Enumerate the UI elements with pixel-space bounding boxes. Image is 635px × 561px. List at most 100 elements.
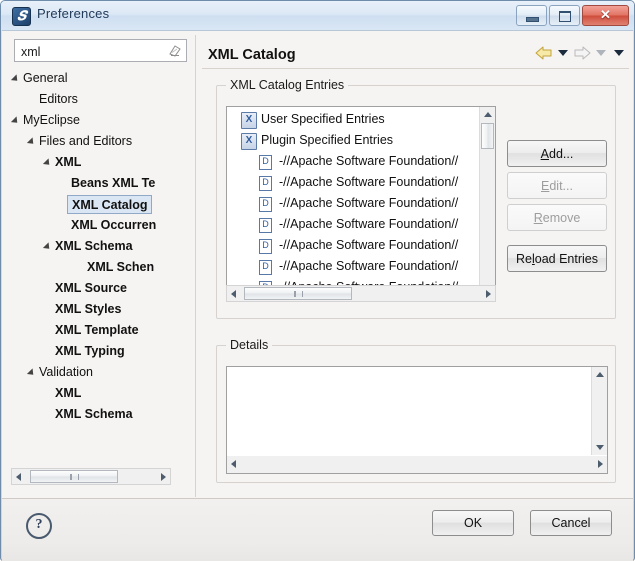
sidebar-item-xml-occurren[interactable]: XML Occurren	[11, 215, 194, 236]
maximize-button[interactable]	[549, 5, 580, 26]
sidebar-item-label: XML Schema	[55, 407, 133, 421]
scroll-right-icon[interactable]	[486, 290, 491, 298]
catalog-entries-list[interactable]: User Specified Entries Plugin Specified E…	[226, 106, 496, 302]
expand-collapse-arrow-icon[interactable]	[42, 242, 53, 252]
group-label-entries: XML Catalog Entries	[226, 78, 349, 92]
remove-button: Remove	[507, 204, 607, 231]
forward-arrow-icon	[574, 46, 591, 60]
xml-catalog-icon	[241, 133, 257, 150]
list-item[interactable]: -//Apache Software Foundation//	[227, 193, 481, 214]
scroll-left-icon[interactable]	[231, 460, 236, 468]
remove-button-label: emove	[542, 211, 581, 225]
list-item-label: User Specified Entries	[261, 112, 385, 126]
sidebar-item-label: XML Typing	[55, 344, 125, 358]
sidebar-item-label: Beans XML Te	[71, 176, 156, 190]
sidebar-item-editors[interactable]: Editors	[11, 89, 194, 110]
list-item[interactable]: -//Apache Software Foundation//	[227, 235, 481, 256]
sidebar-item-label: XML Catalog	[67, 195, 153, 214]
document-icon	[259, 176, 272, 191]
filter-field[interactable]	[14, 39, 187, 62]
sidebar-item-label: XML Occurren	[71, 218, 157, 232]
pane-divider[interactable]	[195, 35, 196, 497]
list-item[interactable]: -//Apache Software Foundation//	[227, 151, 481, 172]
minimize-button[interactable]	[516, 5, 547, 26]
help-icon[interactable]: ?	[26, 513, 52, 539]
sidebar-item-myeclipse[interactable]: MyEclipse	[11, 110, 194, 131]
sidebar-item-xml-schema[interactable]: XML Schema	[11, 236, 194, 257]
details-vertical-scrollbar[interactable]	[591, 367, 607, 455]
reload-button-label-b: oad Entries	[534, 252, 598, 266]
sidebar-item-xml-template[interactable]: XML Template	[11, 320, 194, 341]
sidebar-item-xml-typing[interactable]: XML Typing	[11, 341, 194, 362]
close-button[interactable]: ✕	[582, 5, 629, 26]
scroll-up-icon[interactable]	[596, 372, 604, 377]
expand-collapse-arrow-icon[interactable]	[26, 368, 37, 378]
scroll-left-icon[interactable]	[16, 473, 21, 481]
details-horizontal-scrollbar[interactable]	[227, 456, 607, 473]
expand-collapse-arrow-icon[interactable]	[42, 158, 53, 168]
scroll-thumb[interactable]	[30, 470, 118, 483]
scroll-left-icon[interactable]	[231, 290, 236, 298]
view-menu-chevron-down-icon[interactable]	[614, 50, 624, 56]
eclipse-icon: 𝑺	[12, 7, 31, 26]
preferences-tree-pane: General Editors MyEclipse Files and Editors…	[10, 35, 195, 497]
list-item[interactable]: -//Apache Software Foundation//	[227, 172, 481, 193]
group-label-details: Details	[226, 338, 273, 352]
ok-button[interactable]: OK	[432, 510, 514, 536]
sidebar-item-label: XML Schema	[55, 239, 133, 253]
list-item[interactable]: -//Apache Software Foundation//	[227, 214, 481, 235]
list-vertical-scrollbar[interactable]	[479, 107, 495, 301]
sidebar-item-validation[interactable]: Validation	[11, 362, 194, 383]
list-item-label: -//Apache Software Foundation//	[279, 217, 459, 231]
title-bar: 𝑺 Preferences ✕	[1, 1, 634, 30]
xml-catalog-icon	[241, 112, 257, 129]
expand-collapse-arrow-icon[interactable]	[11, 116, 21, 126]
details-textarea[interactable]	[226, 366, 608, 474]
sidebar-item-xml-source[interactable]: XML Source	[11, 278, 194, 299]
sidebar-item-xml-styles[interactable]: XML Styles	[11, 299, 194, 320]
sidebar-item-general[interactable]: General	[11, 68, 194, 89]
dialog-footer: ? OK Cancel	[2, 498, 633, 561]
cancel-button[interactable]: Cancel	[530, 510, 612, 536]
back-history-chevron-down-icon[interactable]	[558, 50, 568, 56]
reload-entries-button[interactable]: Reload Entries	[507, 245, 607, 272]
document-icon	[259, 197, 272, 212]
list-item-label: -//Apache Software Foundation//	[279, 238, 459, 252]
sidebar-item-xml-catalog[interactable]: XML Catalog	[11, 194, 194, 215]
scroll-thumb[interactable]	[481, 123, 494, 149]
sidebar-item-label: Validation	[39, 365, 93, 379]
sidebar-item-label: XML Source	[55, 281, 128, 295]
dialog-content: General Editors MyEclipse Files and Editors…	[2, 30, 633, 499]
list-item-label: -//Apache Software Foundation//	[279, 196, 459, 210]
preferences-tree[interactable]: General Editors MyEclipse Files and Editors…	[11, 68, 194, 465]
sidebar-item-xml-schema[interactable]: XML Schema	[11, 404, 194, 425]
eraser-icon[interactable]	[167, 44, 181, 57]
list-item-label: -//Apache Software Foundation//	[279, 175, 459, 189]
sidebar-item-xml-schen[interactable]: XML Schen	[11, 257, 194, 278]
document-icon	[259, 239, 272, 254]
sidebar-item-label: Files and Editors	[39, 134, 133, 148]
sidebar-item-xml[interactable]: XML	[11, 152, 194, 173]
sidebar-item-files-and-editors[interactable]: Files and Editors	[11, 131, 194, 152]
scroll-up-icon[interactable]	[484, 112, 492, 117]
sidebar-item-xml[interactable]: XML	[11, 383, 194, 404]
search-input[interactable]	[19, 42, 158, 61]
window-controls: ✕	[516, 5, 629, 26]
scroll-thumb[interactable]	[244, 287, 352, 300]
list-horizontal-scrollbar[interactable]	[226, 285, 496, 302]
list-item[interactable]: Plugin Specified Entries	[227, 130, 481, 151]
scroll-down-icon[interactable]	[596, 445, 604, 450]
tree-horizontal-scrollbar[interactable]	[11, 468, 171, 485]
scroll-right-icon[interactable]	[598, 460, 603, 468]
sidebar-item-beans-xml-te[interactable]: Beans XML Te	[11, 173, 194, 194]
expand-collapse-arrow-icon[interactable]	[11, 74, 21, 84]
scroll-right-icon[interactable]	[161, 473, 166, 481]
add-button[interactable]: Add...	[507, 140, 607, 167]
list-item[interactable]: User Specified Entries	[227, 109, 481, 130]
list-item[interactable]: -//Apache Software Foundation//	[227, 256, 481, 277]
back-arrow-icon[interactable]	[535, 45, 553, 61]
preferences-dialog: 𝑺 Preferences ✕ xml General Editors MyEc…	[0, 0, 635, 561]
remove-button-mnemonic: R	[533, 211, 543, 225]
expand-collapse-arrow-icon[interactable]	[26, 137, 37, 147]
minimize-icon	[526, 17, 539, 22]
